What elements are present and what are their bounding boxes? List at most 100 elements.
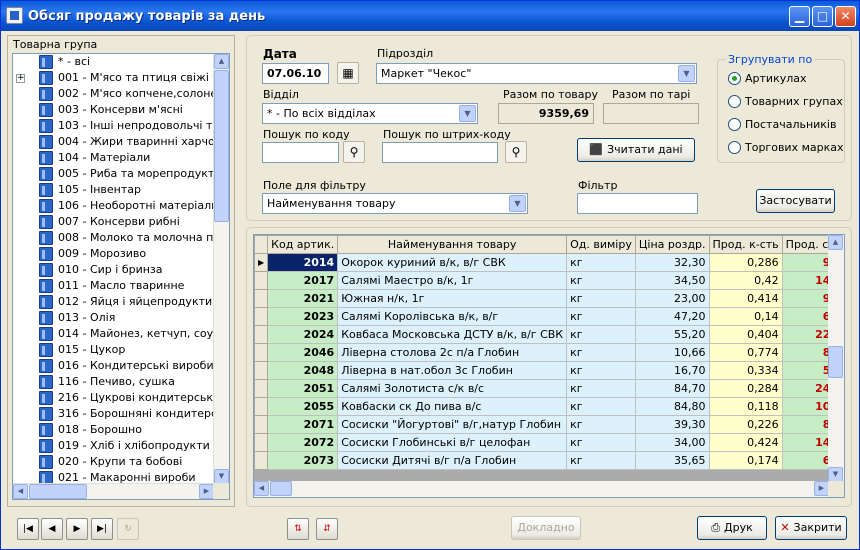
cell-code[interactable]: 2048 [267, 361, 339, 380]
cell-unit[interactable]: кг [566, 271, 636, 290]
filter-field-select[interactable]: Найменування товару ▼ [262, 193, 528, 214]
cell-sum[interactable]: 8,88 [781, 415, 829, 434]
cell-code[interactable]: 2021 [267, 289, 339, 308]
grid-vertical-scrollbar[interactable]: ▲ ▼ [828, 235, 844, 482]
chevron-down-icon[interactable]: ▼ [678, 65, 695, 82]
date-field[interactable]: 07.06.10 [262, 63, 329, 84]
cell-name[interactable]: Салямі Королівська в/к, в/г [337, 307, 568, 326]
cell-qty[interactable]: 0,286 [708, 253, 783, 272]
scroll-right-icon[interactable]: ▶ [814, 481, 829, 496]
cell-unit[interactable]: кг [566, 379, 636, 398]
next-record-icon[interactable]: ▶ [66, 518, 88, 540]
product-group-tree[interactable]: * - всі +001 - М'ясо та птиця свіжі та за… [12, 53, 230, 500]
row-indicator[interactable] [254, 451, 269, 470]
cell-code[interactable]: 2017 [267, 271, 339, 290]
cell-price[interactable]: 23,00 [634, 289, 710, 308]
scroll-up-icon[interactable]: ▲ [828, 235, 843, 250]
table-row[interactable]: 2024 Ковбаса Московська ДСТУ в/к, в/г СВК… [254, 325, 829, 344]
cell-sum[interactable]: 5,58 [781, 361, 829, 380]
cell-unit[interactable]: кг [566, 343, 636, 362]
table-row[interactable]: ▶ 2014 Окорок куриний в/к, в/г СВК кг 32,30 0… [254, 253, 829, 272]
row-indicator[interactable] [254, 271, 269, 290]
cell-unit[interactable]: кг [566, 397, 636, 416]
binoculars-icon[interactable]: ⚲ [505, 141, 527, 163]
current-row-icon[interactable]: ▶ [254, 253, 269, 272]
tree-item[interactable]: 015 - Цукор [13, 342, 214, 358]
cell-price[interactable]: 84,80 [634, 397, 710, 416]
tree-item[interactable]: 010 - Сир і бринза [13, 262, 214, 278]
cell-unit[interactable]: кг [566, 307, 636, 326]
cell-sum[interactable]: 10,01 [781, 397, 829, 416]
chevron-down-icon[interactable]: ▼ [509, 195, 526, 212]
cell-price[interactable]: 84,70 [634, 379, 710, 398]
grouping-option[interactable]: Товарних групах [728, 95, 843, 108]
title-bar[interactable]: Обсяг продажу товарів за день ▁ □ ✕ [1, 1, 859, 31]
row-indicator[interactable] [254, 325, 269, 344]
cell-unit[interactable]: кг [566, 451, 636, 470]
cell-sum[interactable]: 6,20 [781, 451, 829, 470]
row-indicator[interactable] [254, 289, 269, 308]
col-code[interactable]: Код артик. [267, 235, 339, 254]
grouping-option[interactable]: Артикулах [728, 72, 807, 85]
department-select[interactable]: * - По всіх відділах ▼ [262, 103, 478, 124]
table-row[interactable]: 2051 Салямі Золотиста с/к в/с кг 84,70 0,284… [254, 379, 829, 398]
cell-name[interactable]: Ковбаса Московська ДСТУ в/к, в/г СВК [337, 325, 568, 344]
col-name[interactable]: Найменування товару [337, 235, 568, 254]
table-row[interactable]: 2072 Сосиски Глобинські в/г целофан кг 34,0… [254, 433, 829, 452]
cell-price[interactable]: 47,20 [634, 307, 710, 326]
scroll-left-icon[interactable]: ◀ [13, 484, 28, 499]
cell-code[interactable]: 2055 [267, 397, 339, 416]
row-indicator[interactable] [254, 433, 269, 452]
tree-item[interactable]: 002 - М'ясо копчене,солоне та [13, 86, 214, 102]
col-unit[interactable]: Од. виміру [566, 235, 636, 254]
cell-unit[interactable]: кг [566, 253, 636, 272]
cell-sum[interactable]: 14,49 [781, 271, 829, 290]
tree-horizontal-scrollbar[interactable]: ◀ ▶ [13, 483, 214, 499]
scroll-left-icon[interactable]: ◀ [254, 481, 269, 496]
cell-price[interactable]: 34,50 [634, 271, 710, 290]
cell-qty[interactable]: 0,174 [708, 451, 783, 470]
scroll-down-icon[interactable]: ▼ [214, 469, 229, 484]
radio-icon[interactable] [728, 95, 741, 108]
cell-code[interactable]: 2014 [267, 253, 339, 272]
tree-hscroll-thumb[interactable] [29, 484, 87, 499]
tree-item[interactable]: 016 - Кондитерські вироби [13, 358, 214, 374]
cell-price[interactable]: 16,70 [634, 361, 710, 380]
radio-icon[interactable] [728, 118, 741, 131]
sort-ascending-icon[interactable]: ⇅ [287, 518, 309, 540]
radio-icon[interactable] [728, 141, 741, 154]
grid-hscroll-thumb[interactable] [270, 481, 292, 496]
cell-code[interactable]: 2072 [267, 433, 339, 452]
maximize-button[interactable]: □ [812, 6, 833, 27]
cell-qty[interactable]: 0,14 [708, 307, 783, 326]
table-row[interactable]: 2017Салямі Маестро в/к, 1гкг34,500,4214,… [254, 271, 829, 290]
tree-item[interactable]: 316 - Борошняні кондитерські і [13, 406, 214, 422]
tree-item[interactable]: 012 - Яйця і яйцепродукти [13, 294, 214, 310]
cell-unit[interactable]: кг [566, 361, 636, 380]
cell-unit[interactable]: кг [566, 325, 636, 344]
tree-item[interactable]: 008 - Молоко та молочна прод [13, 230, 214, 246]
tree-item[interactable]: 104 - Матеріали [13, 150, 214, 166]
expand-icon[interactable]: + [16, 74, 25, 83]
tree-item[interactable]: 018 - Борошно [13, 422, 214, 438]
col-qty[interactable]: Прод. к-сть [708, 235, 783, 254]
grouping-option[interactable]: Постачальників [728, 118, 836, 131]
sort-descending-icon[interactable]: ⇵ [316, 518, 338, 540]
scroll-right-icon[interactable]: ▶ [199, 484, 214, 499]
minimize-button[interactable]: ▁ [789, 6, 810, 27]
cell-qty[interactable]: 0,284 [708, 379, 783, 398]
table-row[interactable]: 2048 Ліверна в нат.обол 3с Глобин кг 16,70 0… [254, 361, 829, 380]
cell-name[interactable]: Окорок куриний в/к, в/г СВК [337, 253, 568, 272]
cell-price[interactable]: 32,30 [634, 253, 710, 272]
row-indicator[interactable] [254, 415, 269, 434]
grouping-option[interactable]: Торгових марках [728, 141, 844, 154]
cell-qty[interactable]: 0,404 [708, 325, 783, 344]
cell-code[interactable]: 2024 [267, 325, 339, 344]
cell-name[interactable]: Салямі Золотиста с/к в/с [337, 379, 568, 398]
cell-sum[interactable]: 8,25 [781, 343, 829, 362]
filter-input[interactable] [577, 193, 698, 214]
cell-sum[interactable]: 22,30 [781, 325, 829, 344]
cell-name[interactable]: Ковбаски ск До пива в/с [337, 397, 568, 416]
cell-name[interactable]: Сосиски "Йогуртові" в/г,натур Глобин [337, 415, 568, 434]
row-indicator[interactable] [254, 397, 269, 416]
